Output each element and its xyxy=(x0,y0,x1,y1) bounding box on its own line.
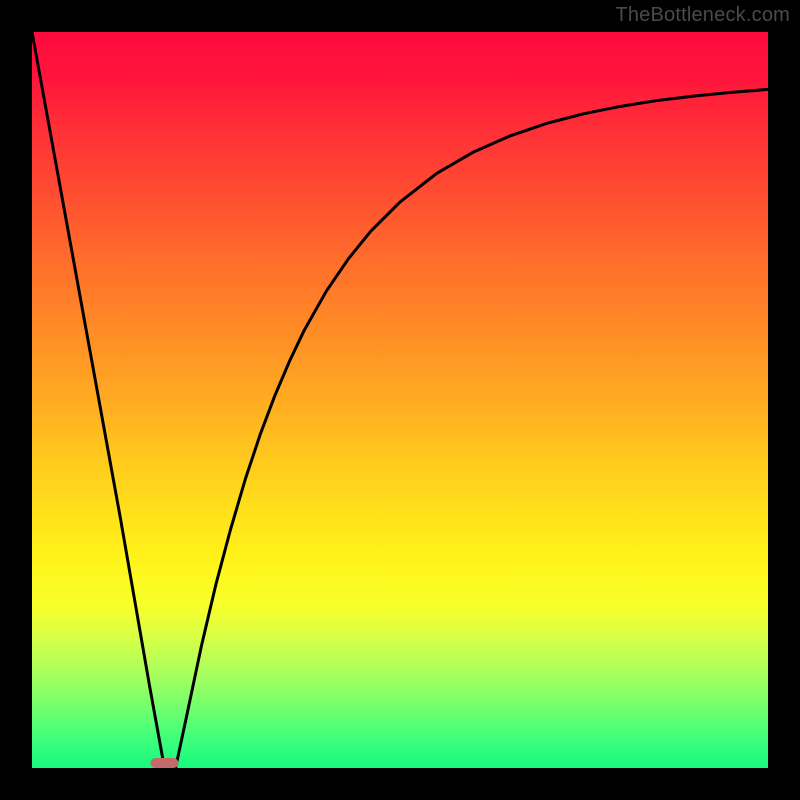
baseline-marker xyxy=(150,758,178,768)
chart-marker xyxy=(150,758,178,768)
chart-frame: TheBottleneck.com xyxy=(0,0,800,800)
chart-series xyxy=(32,32,768,768)
chart-svg xyxy=(32,32,768,768)
plot-area xyxy=(32,32,768,768)
watermark-text: TheBottleneck.com xyxy=(615,4,790,27)
series-curve xyxy=(32,32,768,768)
